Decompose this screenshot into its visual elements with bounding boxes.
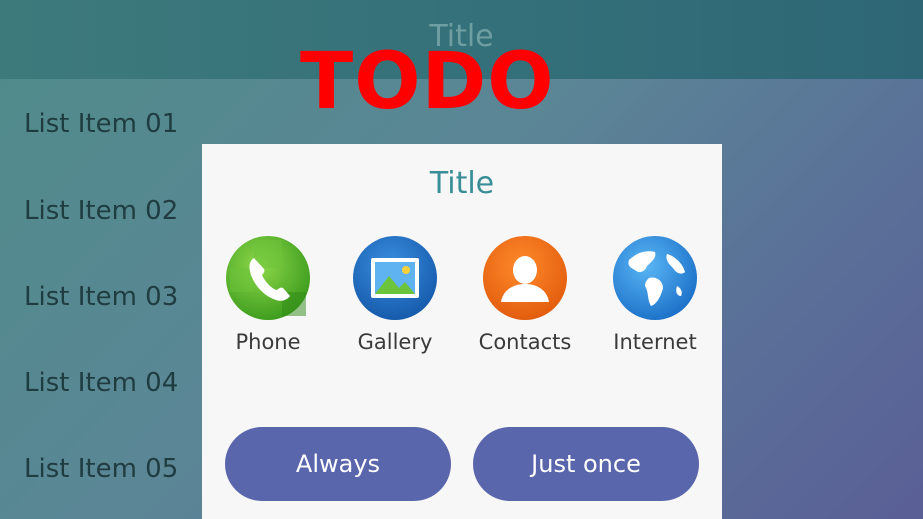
internet-icon [611,234,699,322]
list-item-label: List Item 03 [24,282,179,312]
app-label: Contacts [478,330,572,354]
todo-overlay-text: TODO [300,37,555,127]
just-once-button[interactable]: Just once [473,427,699,501]
list-item-label: List Item 05 [24,454,179,484]
app-contacts[interactable]: Contacts [465,234,585,354]
list-item-label: List Item 02 [24,196,179,226]
share-popup: Title Phone Gallery Contacts Internet Al… [202,144,722,519]
app-gallery[interactable]: Gallery [335,234,455,354]
app-internet[interactable]: Internet [595,234,715,354]
popup-title: Title [429,166,495,201]
list-item-label: List Item 01 [24,109,179,139]
app-label: Gallery [357,330,433,354]
app-phone[interactable]: Phone [208,234,328,354]
app-label: Phone [235,330,301,354]
phone-icon [224,234,312,322]
app-chooser: Phone Gallery Contacts Internet [202,234,722,364]
contacts-icon [481,234,569,322]
app-label: Internet [613,330,697,354]
always-button[interactable]: Always [225,427,451,501]
list-item-label: List Item 04 [24,368,179,398]
gallery-icon [351,234,439,322]
